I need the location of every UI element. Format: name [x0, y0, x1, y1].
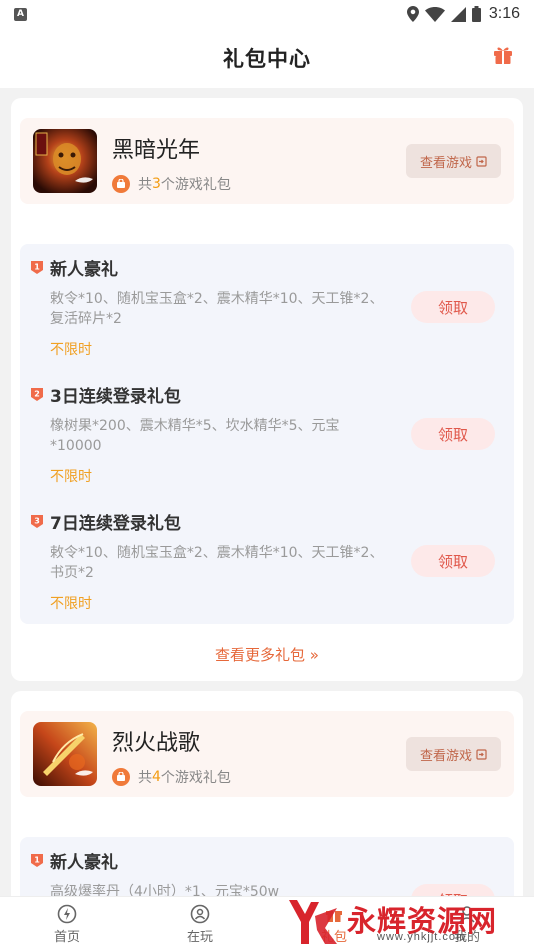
gift-item: 1 新人豪礼 高级爆率丹（4小时）*1、元宝*50w 领取: [20, 837, 514, 896]
more-gifts-link[interactable]: 查看更多礼包 »: [11, 644, 523, 665]
gift-name: 3日连续登录礼包: [50, 387, 181, 407]
gift-count-suffix: 个游戏礼包: [160, 770, 231, 786]
gift-bag-icon: [112, 175, 130, 193]
page-title: 礼包中心: [223, 47, 311, 71]
rank-2-badge-icon: 2: [31, 388, 43, 401]
claim-button[interactable]: 领取: [411, 545, 495, 577]
battery-icon: [471, 6, 481, 22]
gift-description: 敕令*10、随机宝玉盒*2、震木精华*10、天工锥*2、复活碎片*2: [50, 291, 384, 327]
view-game-label: 查看游戏: [419, 748, 472, 764]
notification-a-icon: A: [14, 7, 27, 21]
game-header: 黑暗光年 共 3 个游戏礼包 查看游戏: [20, 118, 514, 204]
claim-button[interactable]: 领取: [411, 291, 495, 323]
watermark: 永辉资源网 www.yhkjjt.com: [285, 898, 530, 946]
nav-home-label: 首页: [53, 929, 80, 945]
svg-text:3: 3: [34, 517, 40, 526]
game-name: 烈火战歌: [112, 731, 201, 756]
gift-name: 7日连续登录礼包: [50, 514, 181, 534]
claim-button[interactable]: 领取: [411, 418, 495, 450]
view-game-button[interactable]: 查看游戏: [406, 144, 501, 178]
rank-1-badge-icon: 1: [31, 854, 43, 867]
game-logo[interactable]: [33, 129, 97, 193]
game-card: 烈火战歌 共 4 个游戏礼包 查看游戏 1 新人豪礼 高级爆率丹（4小时）*1、…: [11, 691, 523, 896]
signal-icon: [450, 6, 466, 22]
svg-text:1: 1: [34, 856, 40, 865]
nav-playing-label: 在玩: [186, 929, 213, 945]
gift-count: 共 3 个游戏礼包: [112, 174, 231, 194]
svg-text:1: 1: [34, 263, 40, 272]
gift-count: 共 4 个游戏礼包: [112, 767, 231, 787]
playing-icon: [190, 904, 210, 923]
gift-description: 高级爆率丹（4小时）*1、元宝*50w: [50, 884, 280, 896]
status-bar: A 3:16: [0, 0, 534, 28]
gift-description: 橡树果*200、震木精华*5、坎水精华*5、元宝*10000: [50, 418, 340, 454]
wifi-icon: [424, 6, 445, 22]
location-icon: [406, 6, 419, 22]
nav-home[interactable]: 首页: [22, 897, 112, 950]
rank-1-badge-icon: 1: [31, 261, 43, 274]
gift-count-prefix: 共: [138, 770, 152, 786]
gift-validity: 不限时: [50, 342, 92, 358]
game-logo[interactable]: [33, 722, 97, 786]
gift-item: 3 7日连续登录礼包 敕令*10、随机宝玉盒*2、震木精华*10、天工锥*2、书…: [20, 498, 514, 625]
enter-icon: [476, 155, 487, 167]
watermark-logo-icon: [289, 900, 337, 944]
gift-name: 新人豪礼: [50, 260, 118, 280]
gift-item: 1 新人豪礼 敕令*10、随机宝玉盒*2、震木精华*10、天工锥*2、复活碎片*…: [20, 244, 514, 371]
gift-list: 1 新人豪礼 高级爆率丹（4小时）*1、元宝*50w 领取: [20, 837, 514, 896]
gift-name: 新人豪礼: [50, 853, 118, 873]
page-header: 礼包中心: [0, 28, 534, 88]
gift-count-suffix: 个游戏礼包: [160, 177, 231, 193]
game-card: 黑暗光年 共 3 个游戏礼包 查看游戏 1 新人豪礼 敕令*10、随机宝玉盒*2…: [11, 98, 523, 681]
gift-icon[interactable]: [492, 44, 514, 66]
game-name: 黑暗光年: [112, 138, 201, 163]
enter-icon: [476, 748, 487, 760]
gift-item: 2 3日连续登录礼包 橡树果*200、震木精华*5、坎水精华*5、元宝*1000…: [20, 371, 514, 498]
view-game-button[interactable]: 查看游戏: [406, 737, 501, 771]
gift-count-number: 3: [152, 176, 161, 192]
view-game-label: 查看游戏: [419, 155, 472, 171]
content-area[interactable]: 黑暗光年 共 3 个游戏礼包 查看游戏 1 新人豪礼 敕令*10、随机宝玉盒*2…: [0, 88, 534, 896]
gift-count-prefix: 共: [138, 177, 152, 193]
gift-description: 敕令*10、随机宝玉盒*2、震木精华*10、天工锥*2、书页*2: [50, 545, 384, 581]
gift-bag-icon: [112, 768, 130, 786]
game-header: 烈火战歌 共 4 个游戏礼包 查看游戏: [20, 711, 514, 797]
home-icon: [57, 904, 77, 923]
rank-3-badge-icon: 3: [31, 515, 43, 528]
status-time: 3:16: [488, 5, 520, 22]
nav-playing[interactable]: 在玩: [155, 897, 245, 950]
gift-list: 1 新人豪礼 敕令*10、随机宝玉盒*2、震木精华*10、天工锥*2、复活碎片*…: [20, 244, 514, 624]
gift-validity: 不限时: [50, 469, 92, 485]
watermark-url: www.yhkjjt.com: [377, 931, 467, 943]
gift-count-number: 4: [152, 769, 161, 785]
claim-button[interactable]: 领取: [411, 884, 495, 896]
svg-text:2: 2: [34, 390, 40, 399]
gift-validity: 不限时: [50, 596, 92, 612]
